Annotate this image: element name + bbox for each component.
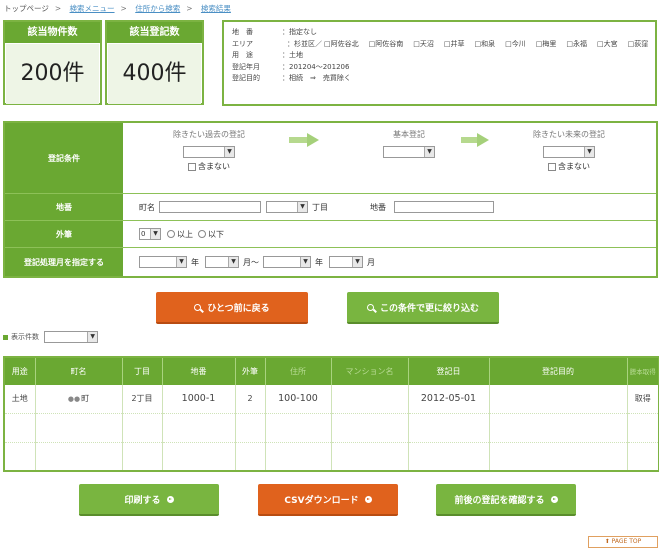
print-button[interactable]: 印刷する xyxy=(79,484,219,516)
chevron-down-icon: ▼ xyxy=(228,257,238,267)
search-icon xyxy=(194,303,202,311)
future-registration-column: 除きたい未来の登記 ▼ 含まない xyxy=(483,123,655,193)
get-certificate-link[interactable]: 取得 xyxy=(626,385,659,414)
breadcrumb-top[interactable]: トップページ xyxy=(4,4,49,13)
arrow-circle-icon xyxy=(166,495,174,503)
header-chiban[interactable]: 地番 xyxy=(161,357,235,385)
table-header-row: 用途 町名 丁目 地番 外筆 住所 マンション名 登記日 登記目的 謄本取得 xyxy=(4,357,659,385)
table-row xyxy=(4,442,659,472)
header-purpose[interactable]: 登記目的 xyxy=(488,357,627,385)
past-registration-column: 除きたい過去の登記 ▼ 含まない xyxy=(123,123,295,193)
future-registration-header: 除きたい未来の登記 xyxy=(533,130,605,139)
area-list: エリア ：杉並区／ □阿佐谷北 □阿佐谷南 □天沼 □井草 □和泉 □今川 □梅里 □永福 □大宮 □… xyxy=(232,39,648,51)
end-year-select[interactable]: ▼ xyxy=(263,256,311,268)
area-item: □和泉 xyxy=(474,39,496,48)
chiban-input[interactable] xyxy=(394,201,494,213)
below-radio[interactable] xyxy=(198,230,206,238)
bullet-square-icon xyxy=(3,334,8,340)
area-item: □阿佐谷北 xyxy=(324,39,359,48)
chome-select[interactable]: ▼ xyxy=(266,201,308,213)
header-certificate[interactable]: 謄本取得 xyxy=(626,357,659,385)
search-summary: 地 番：指定なし エリア ：杉並区／ □阿佐谷北 □阿佐谷南 □天沼 □井草 □和泉 □今川 □… xyxy=(222,20,657,106)
area-item: □今川 xyxy=(505,39,526,48)
future-exclude-checkbox[interactable] xyxy=(548,162,556,171)
display-count: 表示件数 ▼ xyxy=(3,331,99,343)
chevron-down-icon: ▼ xyxy=(352,257,362,267)
header-chome[interactable]: 丁目 xyxy=(121,357,162,385)
check-before-after-button[interactable]: 前後の登記を確認する xyxy=(436,484,576,516)
outer-parcel-select[interactable]: 0 ▼ xyxy=(139,228,161,240)
registration-count-label: 該当登記数 xyxy=(107,22,202,43)
display-count-select[interactable]: ▼ xyxy=(44,331,99,343)
breadcrumb: トップページ > 検索メニュー > 住所から検索 > 検索結果 xyxy=(4,4,231,13)
outer-parcel-label: 外筆 xyxy=(5,221,123,247)
arrow-circle-icon xyxy=(550,495,558,503)
registration-condition-label: 登記条件 xyxy=(5,123,123,193)
area-item: □永福 xyxy=(566,39,587,48)
breadcrumb-search-menu[interactable]: 検索メニュー xyxy=(70,4,115,13)
address-label: 地番 xyxy=(5,194,123,220)
above-radio[interactable] xyxy=(167,230,175,238)
past-registration-select[interactable]: ▼ xyxy=(183,146,235,158)
arrow-circle-icon xyxy=(364,495,372,503)
base-registration-column: 基本登記 ▼ xyxy=(323,123,495,193)
area-item: □梅里 xyxy=(535,39,557,48)
header-mansion[interactable]: マンション名 xyxy=(330,357,408,385)
header-address[interactable]: 住所 xyxy=(264,357,331,385)
start-year-select[interactable]: ▼ xyxy=(139,256,187,268)
back-button[interactable]: ひとつ前に戻る xyxy=(156,292,308,324)
page-top-link[interactable]: ⬆ PAGE TOP xyxy=(588,536,658,548)
town-name-input[interactable] xyxy=(159,201,261,213)
address-row: 地番 町名 ▼ 丁目 地番 xyxy=(5,194,656,221)
breadcrumb-results[interactable]: 検索結果 xyxy=(201,4,231,13)
flow-arrow-icon xyxy=(307,133,319,147)
table-row: 土地 町 2丁目 1000-1 2 100-100 2012-05-01 取得 xyxy=(4,385,659,414)
arrow-up-icon: ⬆ xyxy=(604,538,612,545)
end-month-select[interactable]: ▼ xyxy=(329,256,363,268)
breadcrumb-address-search[interactable]: 住所から検索 xyxy=(135,4,180,13)
chevron-down-icon: ▼ xyxy=(297,202,307,212)
area-item: □天沼 xyxy=(413,39,434,48)
search-icon xyxy=(366,303,374,311)
area-item: □荻窪 xyxy=(627,39,649,48)
future-registration-select[interactable]: ▼ xyxy=(543,146,595,158)
outer-parcel-row: 外筆 0 ▼ 以上 以下 xyxy=(5,221,656,248)
processing-month-row: 登記処理月を指定する ▼ 年 ▼ 月～ ▼ 年 ▼ 月 xyxy=(5,248,656,276)
past-registration-header: 除きたい過去の登記 xyxy=(173,130,245,139)
results-table: 用途 町名 丁目 地番 外筆 住所 マンション名 登記日 登記目的 謄本取得 土… xyxy=(3,356,659,472)
chevron-down-icon: ▼ xyxy=(176,257,186,267)
base-registration-select[interactable]: ▼ xyxy=(383,146,435,158)
registration-count-box: 該当登記数 400件 xyxy=(105,20,204,105)
search-form: 登記条件 除きたい過去の登記 ▼ 含まない 基本登記 ▼ 除きたい未来の登記 ▼… xyxy=(3,121,658,278)
header-date[interactable]: 登記日 xyxy=(407,357,489,385)
chevron-down-icon: ▼ xyxy=(87,332,98,342)
registration-count-value: 400件 xyxy=(108,44,201,104)
refine-search-button[interactable]: この条件で更に絞り込む xyxy=(347,292,499,324)
property-count-label: 該当物件数 xyxy=(5,22,100,43)
area-item: □阿佐谷南 xyxy=(368,39,404,48)
chevron-down-icon: ▼ xyxy=(424,147,434,157)
header-outer[interactable]: 外筆 xyxy=(234,357,265,385)
table-row xyxy=(4,413,659,443)
header-town[interactable]: 町名 xyxy=(34,357,122,385)
chevron-down-icon: ▼ xyxy=(584,147,594,157)
chevron-down-icon: ▼ xyxy=(300,257,310,267)
header-use[interactable]: 用途 xyxy=(4,357,35,385)
area-item: □大宮 xyxy=(597,39,618,48)
property-count-value: 200件 xyxy=(6,44,99,104)
chevron-down-icon: ▼ xyxy=(224,147,234,157)
past-exclude-checkbox[interactable] xyxy=(188,162,196,171)
registration-condition-row: 登記条件 除きたい過去の登記 ▼ 含まない 基本登記 ▼ 除きたい未来の登記 ▼… xyxy=(5,123,656,194)
csv-download-button[interactable]: CSVダウンロード xyxy=(258,484,398,516)
start-month-select[interactable]: ▼ xyxy=(205,256,239,268)
area-item: □井草 xyxy=(443,39,465,48)
chevron-down-icon: ▼ xyxy=(150,229,160,239)
processing-month-label: 登記処理月を指定する xyxy=(5,248,123,276)
property-count-box: 該当物件数 200件 xyxy=(3,20,102,105)
